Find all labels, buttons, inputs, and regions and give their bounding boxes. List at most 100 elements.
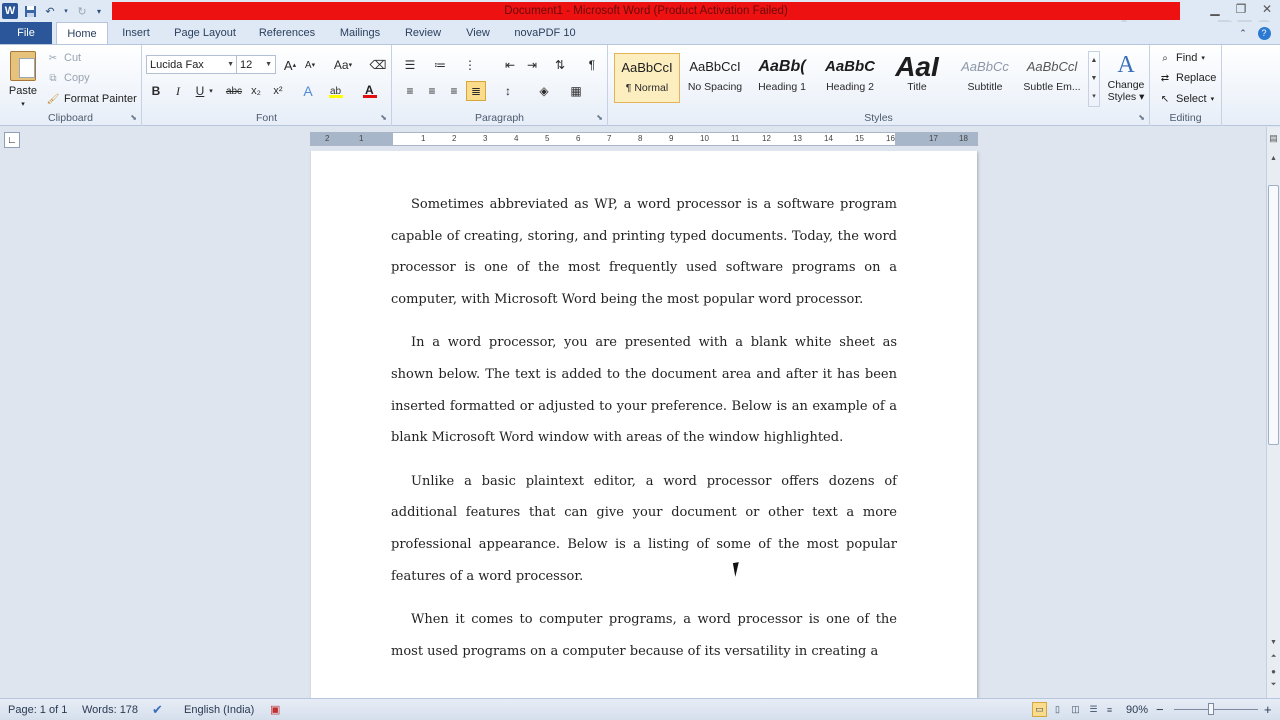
underline-dropdown-icon[interactable]: ▾ — [206, 81, 216, 101]
styles-gallery-scroll[interactable]: ▲ ▼ ▾ — [1088, 51, 1100, 107]
tab-file[interactable]: File — [0, 22, 52, 44]
save-icon[interactable] — [22, 3, 38, 19]
style-normal[interactable]: AaBbCcI ¶ Normal — [614, 53, 680, 103]
styles-dialog-launcher-icon[interactable]: ⬊ — [1138, 113, 1145, 122]
line-spacing-icon[interactable]: ↕ — [498, 81, 518, 101]
zoom-slider-thumb[interactable] — [1208, 703, 1214, 715]
font-size-combo[interactable]: 12 ▼ — [236, 55, 276, 74]
print-layout-view-icon[interactable]: ▭ — [1032, 702, 1047, 717]
align-left-icon[interactable]: ≡ — [400, 81, 420, 101]
view-ruler-icon[interactable]: ▤ — [1267, 131, 1280, 145]
strikethrough-button[interactable]: abc — [222, 81, 246, 101]
show-formatting-marks-icon[interactable]: ¶ — [582, 55, 602, 75]
minimize-ribbon-icon[interactable]: ⌃ — [1236, 22, 1250, 44]
shrink-font-icon[interactable]: A ▾ — [300, 55, 320, 75]
undo-icon[interactable]: ↶ — [42, 3, 58, 19]
tab-references[interactable]: References — [252, 22, 322, 44]
subscript-button[interactable]: x₂ — [246, 81, 266, 101]
macro-record-icon[interactable]: ▣ — [270, 699, 280, 720]
style-subtle-emphasis[interactable]: AaBbCcl Subtle Em... — [1019, 53, 1085, 103]
word-count[interactable]: Words: 178 — [82, 699, 138, 720]
word-app-icon[interactable]: W — [2, 3, 18, 19]
style-title[interactable]: AaI Title — [884, 53, 950, 103]
redo-icon[interactable]: ↻ — [74, 3, 90, 19]
align-right-icon[interactable]: ≡ — [444, 81, 464, 101]
scroll-up-icon[interactable]: ▲ — [1267, 151, 1280, 165]
paragraph[interactable]: When it comes to computer programs, a wo… — [391, 604, 897, 667]
full-screen-reading-icon[interactable]: ▯ — [1050, 702, 1065, 717]
tab-insert[interactable]: Insert — [112, 22, 160, 44]
zoom-out-button[interactable]: − — [1156, 699, 1164, 720]
change-styles-button[interactable]: A Change Styles ▾ — [1104, 51, 1148, 111]
next-page-icon[interactable]: ⏷ — [1267, 679, 1280, 691]
bold-button[interactable]: B — [146, 81, 166, 101]
text-effects-icon[interactable]: A — [298, 81, 318, 101]
page-count[interactable]: Page: 1 of 1 — [8, 699, 67, 720]
tab-mailings[interactable]: Mailings — [332, 22, 388, 44]
style-subtitle[interactable]: AaBbCc Subtitle — [952, 53, 1018, 103]
decrease-indent-icon[interactable]: ⇤ — [500, 55, 520, 75]
ruler-tick: 7 — [607, 134, 612, 143]
paragraph[interactable]: Sometimes abbreviated as WP, a word proc… — [391, 189, 897, 315]
language-indicator[interactable]: English (India) — [184, 699, 254, 720]
style-no-spacing[interactable]: AaBbCcI No Spacing — [682, 53, 748, 103]
paragraph-dialog-launcher-icon[interactable]: ⬊ — [596, 113, 603, 122]
tab-review[interactable]: Review — [398, 22, 448, 44]
borders-icon[interactable]: ▦ — [566, 81, 586, 101]
help-icon[interactable]: ? — [1256, 22, 1272, 44]
justify-icon[interactable]: ≣ — [466, 81, 486, 101]
change-case-icon[interactable]: Aa ▾ — [330, 55, 356, 75]
draft-view-icon[interactable]: ≡ — [1102, 702, 1117, 717]
clipboard-dialog-launcher-icon[interactable]: ⬊ — [130, 113, 137, 122]
sort-icon[interactable]: ⇅ — [550, 55, 570, 75]
paste-button[interactable]: Paste ▾ — [6, 51, 40, 108]
web-layout-icon[interactable]: ◫ — [1068, 702, 1083, 717]
vertical-scrollbar[interactable]: ▤ ▲ ▼ ⏶ ● ⏷ — [1266, 127, 1280, 698]
shading-icon[interactable]: ◈ — [534, 81, 554, 101]
scroll-thumb[interactable] — [1268, 185, 1279, 445]
style-heading-2[interactable]: AaBbC Heading 2 — [817, 53, 883, 103]
cut-button[interactable]: ✂ Cut — [46, 49, 81, 67]
scroll-down-icon[interactable]: ▼ — [1267, 635, 1280, 649]
italic-button[interactable]: I — [168, 81, 188, 101]
style-heading-1[interactable]: AaBb( Heading 1 — [749, 53, 815, 103]
zoom-in-button[interactable]: + — [1264, 699, 1272, 720]
font-color-icon[interactable]: A — [360, 81, 380, 101]
replace-button[interactable]: ⇄ Replace — [1158, 69, 1217, 87]
format-painter-button[interactable]: 🖌 Format Painter — [46, 90, 137, 108]
customize-qat-icon[interactable]: ▾ — [94, 3, 104, 19]
browse-object-icon[interactable]: ● — [1267, 665, 1280, 677]
bullets-icon[interactable]: ☰ — [400, 55, 420, 75]
document-area[interactable]: Sometimes abbreviated as WP, a word proc… — [0, 151, 1266, 698]
document-body[interactable]: Sometimes abbreviated as WP, a word proc… — [391, 189, 897, 679]
clear-formatting-icon[interactable]: ⌫ — [368, 55, 388, 75]
horizontal-ruler[interactable]: 2 1 1 2 3 4 5 6 7 8 9 10 11 12 13 14 15 … — [310, 132, 978, 146]
previous-page-icon[interactable]: ⏶ — [1267, 651, 1280, 663]
copy-button[interactable]: ⧉ Copy — [46, 69, 89, 87]
tab-page-layout[interactable]: Page Layout — [168, 22, 242, 44]
tab-selector-icon[interactable]: ∟ — [4, 132, 20, 148]
highlight-icon[interactable]: ab — [326, 81, 346, 101]
ribbon-tabs: File Home Insert Page Layout References … — [0, 22, 1280, 45]
multilevel-list-icon[interactable]: ⋮ — [460, 55, 480, 75]
outline-view-icon[interactable]: ☰ — [1086, 702, 1101, 717]
zoom-slider[interactable] — [1174, 709, 1258, 710]
grow-font-icon[interactable]: A ▴ — [280, 55, 300, 75]
superscript-button[interactable]: x² — [268, 81, 288, 101]
zoom-level[interactable]: 90% — [1126, 699, 1148, 720]
increase-indent-icon[interactable]: ⇥ — [522, 55, 542, 75]
undo-dropdown-icon[interactable]: ▾ — [62, 3, 70, 19]
select-button[interactable]: ↖ Select ▾ — [1158, 90, 1214, 108]
align-center-icon[interactable]: ≡ — [422, 81, 442, 101]
document-page[interactable]: Sometimes abbreviated as WP, a word proc… — [311, 151, 977, 698]
numbering-icon[interactable]: ≔ — [430, 55, 450, 75]
paragraph[interactable]: Unlike a basic plaintext editor, a word … — [391, 466, 897, 592]
tab-home[interactable]: Home — [56, 22, 108, 45]
find-button[interactable]: ⌕ Find ▾ — [1158, 49, 1205, 67]
tab-novapdf[interactable]: novaPDF 10 — [508, 22, 582, 44]
tab-view[interactable]: View — [458, 22, 498, 44]
paragraph[interactable]: In a word processor, you are presented w… — [391, 327, 897, 453]
proofing-icon[interactable]: ✔ — [152, 699, 163, 720]
font-dialog-launcher-icon[interactable]: ⬊ — [380, 113, 387, 122]
font-name-combo[interactable]: Lucida Fax ▼ — [146, 55, 238, 74]
